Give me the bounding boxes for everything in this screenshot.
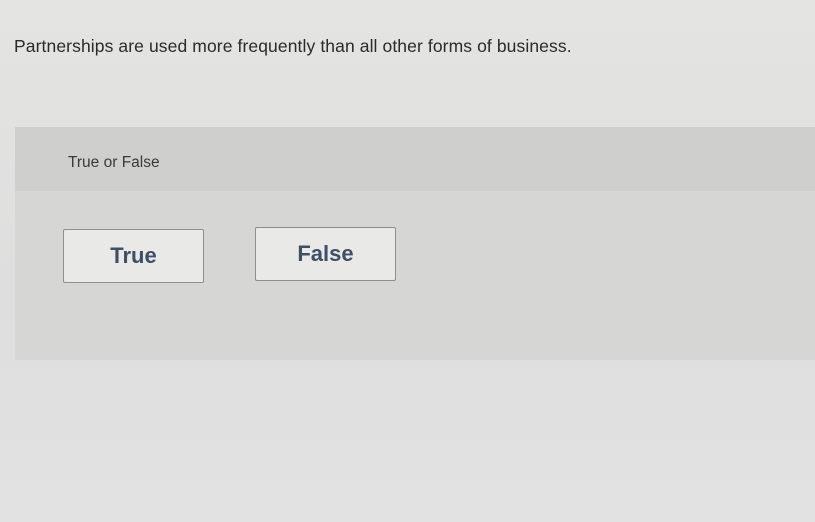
question-type-label: True or False xyxy=(68,154,160,171)
question-page: Partnerships are used more frequently th… xyxy=(0,0,815,522)
false-button[interactable]: False xyxy=(255,227,396,281)
answer-header: True or False xyxy=(15,127,815,191)
answer-panel: True or False True False xyxy=(15,127,815,360)
question-text: Partnerships are used more frequently th… xyxy=(14,36,572,56)
true-button[interactable]: True xyxy=(63,229,204,283)
